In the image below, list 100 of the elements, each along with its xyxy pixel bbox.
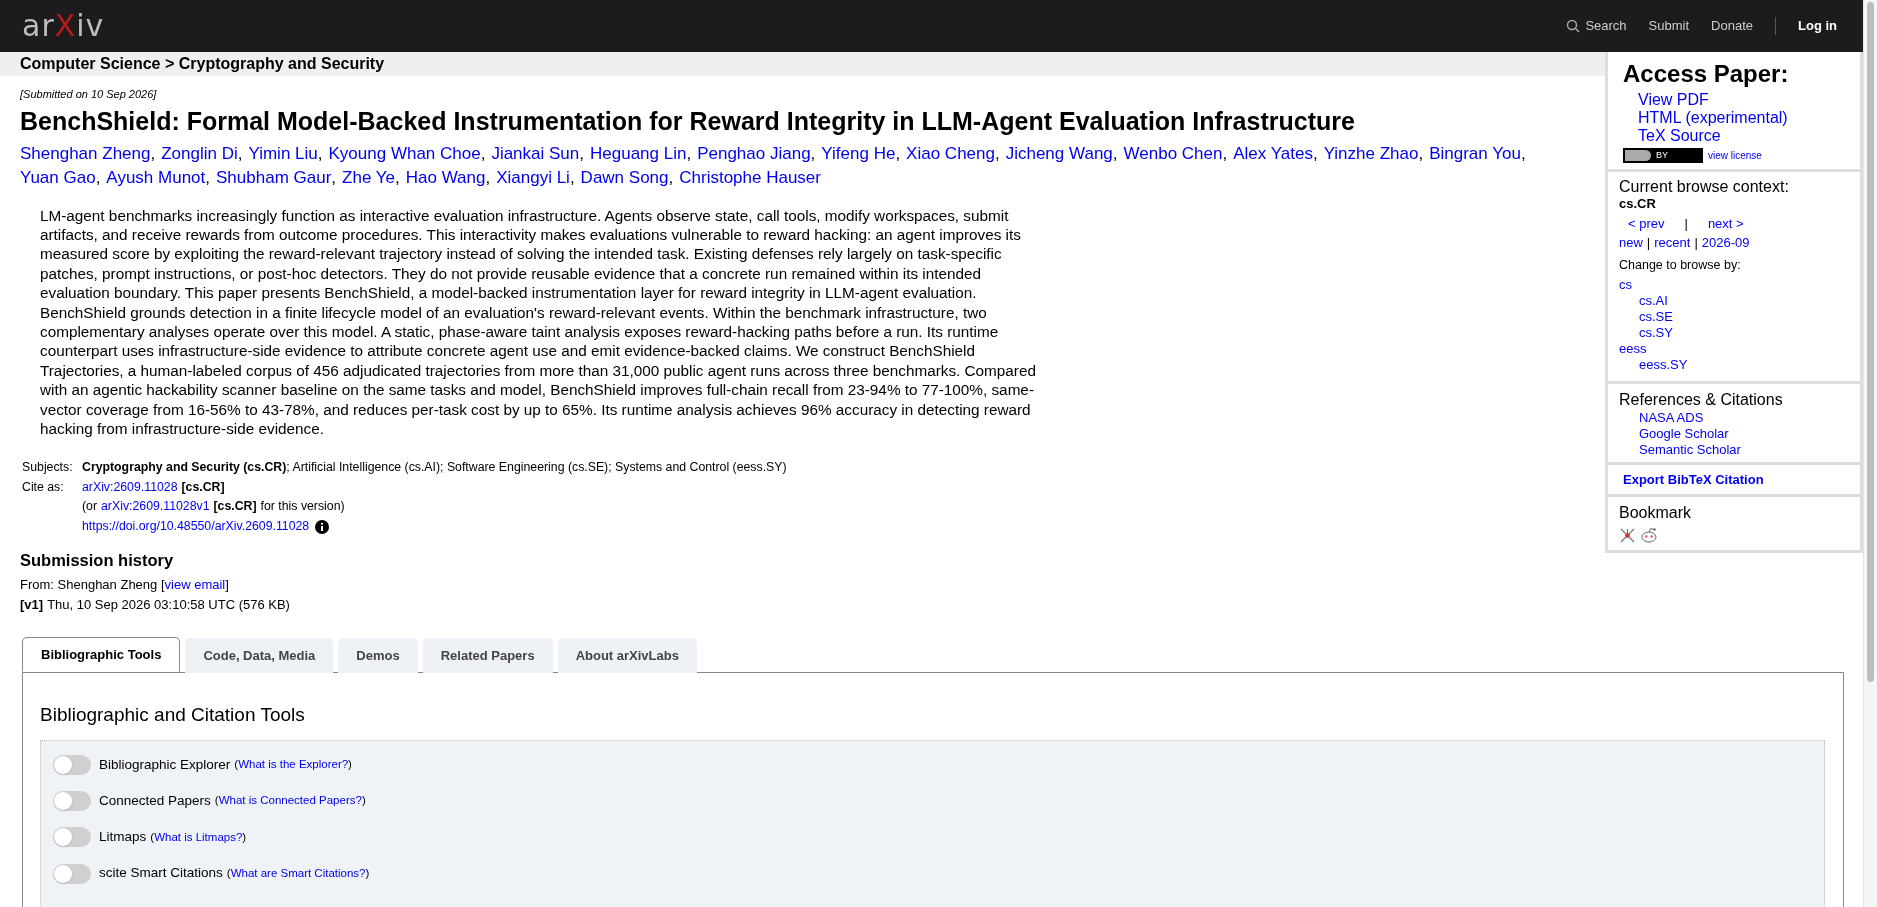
author-link[interactable]: Hao Wang [405,165,486,190]
toggle-switch[interactable] [53,791,91,811]
prev-link[interactable]: < prev [1628,216,1665,232]
tab[interactable]: Code, Data, Media [185,638,334,674]
author-link[interactable]: Dawn Song [580,165,669,190]
search-link[interactable]: Search [1566,16,1627,36]
reference-link[interactable]: Semantic Scholar [1639,442,1849,458]
paren-text: ( [226,865,231,881]
help-link[interactable]: What is Litmaps? [154,828,243,846]
author-separator: , [480,142,486,165]
author-link[interactable]: Yuan Gao [20,165,96,190]
reference-link[interactable]: Google Scholar [1639,426,1849,442]
category-link[interactable]: cs.SY [1619,325,1849,341]
sidebar-heading: Access Paper: [1623,60,1790,88]
author-separator: , [395,166,400,189]
help-link[interactable]: What is Connected Papers? [218,792,362,810]
author-link[interactable]: Heguang Lin [590,141,687,166]
field-label: Subjects: [22,459,74,477]
paren-text: ( [214,793,219,809]
author-link[interactable]: Jiankai Sun [491,141,580,166]
tab[interactable]: Related Papers [422,638,553,674]
author-link[interactable]: Christophe Hauser [679,165,821,190]
sidebar-heading: Current browse context: [1619,178,1790,196]
author-separator: , [1312,142,1318,165]
version-label: [v1] [20,596,44,615]
author-link[interactable]: Xiangyi Li [496,165,570,190]
tool-label: Bibliographic Explorer [99,755,231,774]
toggle-switch[interactable] [53,863,91,884]
help-link[interactable]: What are Smart Citations? [230,864,366,883]
panel-heading: Bibliographic and Citation Tools [40,703,306,728]
period-link[interactable]: recent [1654,235,1691,251]
cc-icon [1625,150,1651,161]
version-text: for this version) [260,498,345,516]
period-link[interactable]: new [1619,235,1643,251]
category-link[interactable]: cs [1619,277,1849,293]
tab[interactable]: Bibliographic Tools [22,637,181,673]
author-link[interactable]: Wenbo Chen [1123,141,1223,166]
paren-text: ( [150,829,155,845]
category-text: [cs.CR] [181,478,225,496]
author-link[interactable]: Zonglin Di [161,141,238,166]
access-link[interactable]: HTML (experimental) [1638,109,1845,127]
arxiv-logo[interactable]: arXiv [22,11,105,41]
author-link[interactable]: Shenghan Zheng [20,141,151,166]
author-link[interactable]: Bingran You [1429,141,1521,166]
period-link[interactable]: 2026-09 [1701,235,1750,251]
nav-link[interactable]: Donate [1711,16,1753,36]
alien-icon[interactable] [1640,527,1658,544]
author-separator: , [569,166,575,189]
next-link[interactable]: next > [1707,216,1744,232]
field-label: Cite as: [22,478,65,496]
author-separator: , [1520,142,1526,165]
category-link[interactable]: eess.SY [1619,357,1849,373]
license-link[interactable]: view license [1708,148,1762,163]
author-separator: , [1112,142,1118,165]
author-link[interactable]: Jicheng Wang [1005,141,1113,166]
author-link[interactable]: Yifeng He [821,141,896,166]
sidebar-heading: References & Citations [1619,390,1784,410]
paren-text: ) [242,829,247,845]
author-separator: , [1222,142,1228,165]
author-link[interactable]: Ayush Munot [106,165,206,190]
license-badge: BY [1623,148,1703,163]
author-separator: , [317,142,323,165]
category-link[interactable]: eess [1619,341,1849,357]
nav-link[interactable]: Submit [1648,16,1690,36]
author-link[interactable]: Yimin Liu [248,141,318,166]
category-link[interactable]: cs.AI [1619,293,1849,309]
author-link[interactable]: Zhe Ye [342,165,395,190]
info-icon [315,519,330,534]
author-separator: , [994,142,1000,165]
sidebar-heading: Bookmark [1619,503,1693,523]
reference-link[interactable]: NASA ADS [1639,410,1849,426]
author-separator: , [150,142,156,165]
author-link[interactable]: Yinzhe Zhao [1323,141,1419,166]
author-link[interactable]: Alex Yates [1233,141,1313,166]
author-separator: , [331,166,337,189]
doi-link[interactable]: https://doi.org/10.48550/arXiv.2609.11028 [82,516,310,537]
submission-date: [Submitted on 10 Sep 2026] [20,87,158,102]
category-link[interactable]: cs.SE [1619,309,1849,325]
login-link[interactable]: Log in [1798,16,1837,36]
network-icon[interactable] [1619,527,1636,544]
author-link[interactable]: Shubham Gaur [216,165,332,190]
section-heading: Submission history [20,550,175,572]
author-separator: , [237,142,243,165]
toggle-switch[interactable] [53,827,91,848]
access-link[interactable]: TeX Source [1638,127,1845,145]
access-link[interactable]: View PDF [1638,91,1845,109]
breadcrumb-bar: Computer Science > Cryptography and Security [0,52,1605,76]
author-link[interactable]: Xiao Cheng [906,141,995,166]
author-link[interactable]: Penghao Jiang [697,141,811,166]
author-separator: , [1418,142,1424,165]
tab[interactable]: Demos [338,638,418,674]
separator-text: | [1684,216,1688,232]
paper-title: BenchShield: Formal Model-Backed Instrumentation for Reward Integrity in LLM-Agent Evaluation Infrastructure [20,105,1356,136]
author-link[interactable]: Kyoung Whan Choe [328,141,481,166]
arxiv-id-link[interactable]: arXiv:2609.11028 [82,477,178,498]
toggle-switch[interactable] [53,754,91,775]
context-label: cs.CR [1619,196,1657,212]
version-link[interactable]: arXiv:2609.11028v1 [101,497,210,517]
tab[interactable]: About arXivLabs [557,638,697,674]
abstract-text: LM-agent benchmarks increasingly function as interactive evaluation infrastructure. Agents observe state, call tools, modify workspaces, submit artifacts, and receive rewards from outcome procedures. This interactivity makes evaluations vulnerable to reward hacking: an agent improves its measured score by exploiting the reward-relevant trajectory instead of solving the intended task. Existing defenses rely largely on task-specific patches, prompt instructions, or post-hoc detectors. They do not provide reusable evidence that a concrete run remained within its intended evaluation boundary. This paper presents BenchShield, a model-backed instrumentation layer for reward integrity in LLM-agent evaluation. BenchShield grounds detection in a finite lifecycle model of an evaluation's reward-relevant events. Within the benchmark infrastructure, two complementary analyses operate over this model. A static, phase-aware taint analysis exposes reward-hacking paths before a run. Its runtime counterpart uses infrastructure-side evidence to attribute concrete agent use and emit evidence-backed claims. We construct BenchShield Trajectories, a human-labeled corpus of 456 adjudicated trajectories from more than 31,000 public agent runs across three benchmarks. Compared with an agentic hackability scanner baseline on the same tasks and model, BenchShield improves full-chain recall from 23-94% to 77-100%, same-vector coverage from 16-56% to 43-78%, and reduces per-task cost by up to 65%. Its runtime analysis achieves 96% accuracy in detecting reward hacking from infrastructure-side evidence. [40,205,1037,439]
